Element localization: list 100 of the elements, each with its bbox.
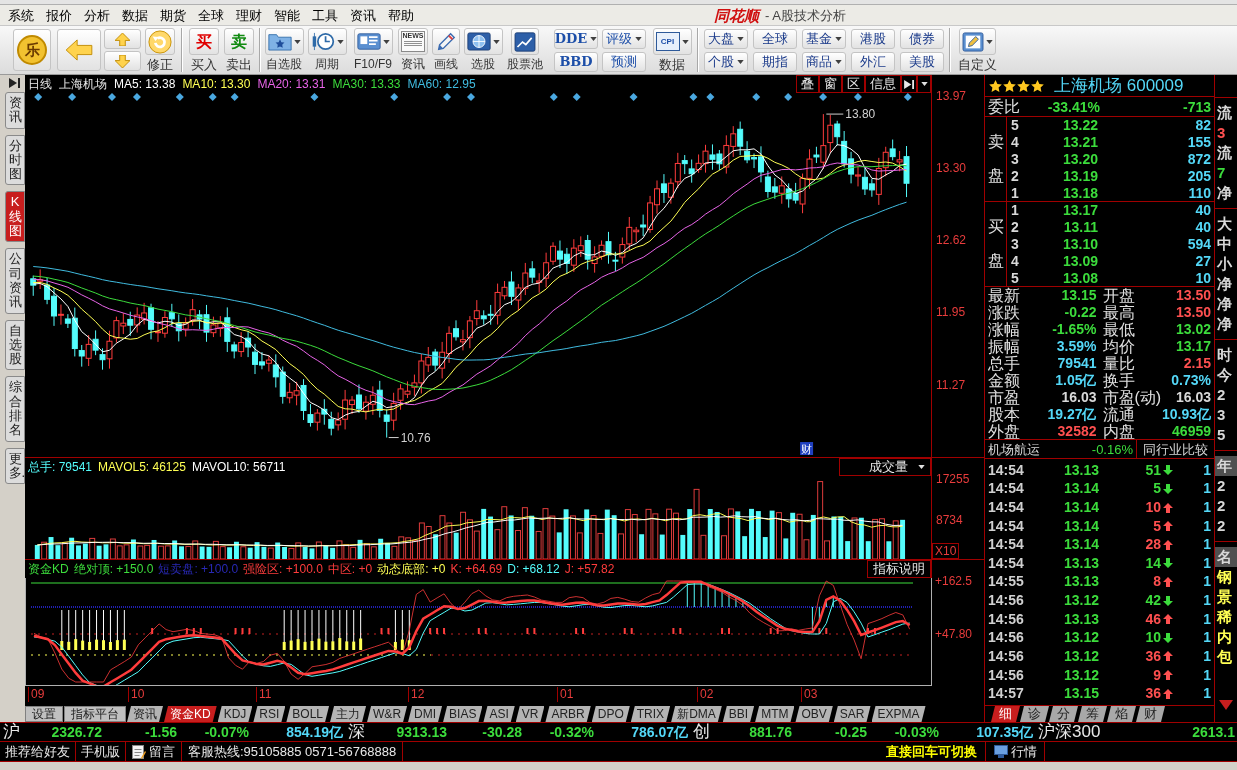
side-tab[interactable]: 公司资讯 bbox=[5, 248, 25, 314]
quote-tab[interactable]: 焰 bbox=[1107, 706, 1136, 722]
chart-menu-button[interactable] bbox=[917, 75, 931, 93]
toolbar-button[interactable]: 评级 bbox=[602, 28, 646, 49]
chart-option-button[interactable]: 信息 bbox=[865, 75, 901, 93]
indicator-tab[interactable]: OBV bbox=[795, 706, 833, 722]
arrow-down-icon bbox=[1163, 483, 1173, 494]
index-change: -30.28 bbox=[481, 723, 522, 741]
indicator-dropdown[interactable]: 成交量 bbox=[839, 458, 931, 476]
menu-item[interactable]: 全球 bbox=[192, 5, 230, 25]
indicator-tab[interactable]: BBI bbox=[722, 706, 755, 722]
toolbar-button[interactable]: 港股 bbox=[851, 28, 895, 49]
side-tab[interactable]: 更多.. bbox=[5, 447, 25, 485]
indicator-tab[interactable]: DPO bbox=[591, 706, 630, 722]
indicator-tab[interactable]: DMI bbox=[408, 706, 443, 722]
quote-tab[interactable]: 诊 bbox=[1020, 706, 1049, 722]
index-percent: -0.07% bbox=[203, 723, 249, 741]
menu-item[interactable]: 数据 bbox=[116, 5, 154, 25]
side-tab[interactable]: K线图 bbox=[5, 191, 25, 243]
column-header: 名 bbox=[1215, 547, 1237, 567]
indicator-tab[interactable]: BIAS bbox=[443, 706, 483, 722]
toolbar-button[interactable]: 美股 bbox=[900, 51, 944, 72]
indicator-tab[interactable]: TRIX bbox=[630, 706, 671, 722]
quote-tab[interactable]: 筹 bbox=[1078, 706, 1107, 722]
diamond-marker-icon bbox=[443, 93, 452, 101]
volume-stat: MAVOL10: 56711 bbox=[191, 459, 286, 475]
chart-option-button[interactable]: 区 bbox=[842, 75, 865, 93]
indicator-tab[interactable]: MTM bbox=[755, 706, 795, 722]
industry-compare-button[interactable]: 同行业比较 bbox=[1136, 440, 1214, 458]
chart-option-button[interactable]: 叠 bbox=[796, 75, 819, 93]
toolbar-button[interactable]: 商品 bbox=[802, 51, 846, 72]
menu-item[interactable]: 帮助 bbox=[382, 5, 420, 25]
side-tab[interactable]: 自选股 bbox=[5, 319, 25, 371]
indicator-toolbar-button[interactable]: 设置 bbox=[25, 706, 63, 722]
toolbar-button[interactable]: 债券 bbox=[900, 28, 944, 49]
period-label: 日线 bbox=[28, 76, 52, 92]
quote-tab[interactable]: 财 bbox=[1136, 706, 1165, 722]
menu-item[interactable]: 报价 bbox=[40, 5, 78, 25]
menu-item[interactable]: 资讯 bbox=[344, 5, 382, 25]
menu-item[interactable]: 理财 bbox=[230, 5, 268, 25]
toolbar-button[interactable]: 个股 bbox=[704, 51, 748, 72]
indicator-tab[interactable]: ARBR bbox=[545, 706, 591, 722]
toolbar-button[interactable]: 大盘 bbox=[704, 28, 748, 49]
indicator-tab[interactable]: ASI bbox=[483, 706, 515, 722]
month-label: 02 bbox=[697, 687, 714, 702]
status-link[interactable]: 手机版 bbox=[76, 742, 126, 761]
message-button[interactable]: 留言 bbox=[126, 742, 182, 761]
toolbar-button[interactable]: 股票池 bbox=[506, 28, 544, 72]
indicator-tab[interactable]: 资金KD bbox=[164, 706, 217, 722]
toolbar-button[interactable]: 期指 bbox=[753, 51, 797, 72]
toolbar-button[interactable]: DDE bbox=[554, 28, 598, 49]
tick-price: 13.13 bbox=[1062, 573, 1099, 591]
stat-label: 股本 bbox=[988, 406, 1020, 423]
industry-name: 机场航运 bbox=[987, 440, 1041, 458]
price-tick-label: 12.62 bbox=[936, 233, 967, 247]
toolbar-button[interactable]: 基金 bbox=[802, 28, 846, 49]
side-tab[interactable]: 综合排名 bbox=[5, 376, 25, 442]
toolbar-button[interactable]: 外汇 bbox=[851, 51, 895, 72]
indicator-tab[interactable]: 新DMA bbox=[671, 706, 722, 722]
order-volume: 10 bbox=[1194, 270, 1212, 287]
back-button[interactable] bbox=[57, 29, 101, 71]
indicator-tab[interactable]: W&R bbox=[367, 706, 408, 722]
indicator-tab[interactable]: EXPMA bbox=[871, 706, 926, 722]
side-label: 2 bbox=[1216, 385, 1227, 405]
indicator-tab[interactable]: SAR bbox=[833, 706, 871, 722]
quote-tab[interactable]: 细 bbox=[991, 706, 1020, 722]
indicator-help-button[interactable]: 指标说明 bbox=[867, 560, 931, 578]
menu-item[interactable]: 智能 bbox=[268, 5, 306, 25]
menu-item[interactable]: 期货 bbox=[154, 5, 192, 25]
side-tab[interactable]: 资讯 bbox=[5, 92, 25, 129]
stat-value: 16.03 bbox=[1175, 389, 1211, 406]
diamond-marker-icon bbox=[706, 93, 715, 101]
indicator-toolbar-button[interactable]: 指标平台 bbox=[64, 706, 126, 722]
toolbar-button[interactable]: BBD bbox=[554, 51, 598, 72]
menu-item[interactable]: 工具 bbox=[306, 5, 344, 25]
status-link[interactable]: 推荐给好友 bbox=[0, 742, 76, 761]
quote-button[interactable]: 行情 bbox=[985, 742, 1045, 761]
quote-tab[interactable]: 分 bbox=[1049, 706, 1078, 722]
unit-label: X10 bbox=[932, 543, 960, 559]
menu-item[interactable]: 分析 bbox=[78, 5, 116, 25]
indicator-tab[interactable]: 主力 bbox=[330, 706, 367, 722]
price-tick-label: 11.27 bbox=[936, 378, 966, 392]
order-price: 13.10 bbox=[1061, 236, 1098, 253]
order-volume: 594 bbox=[1186, 236, 1212, 253]
panel-expand-button[interactable] bbox=[901, 75, 917, 93]
indicator-tab[interactable]: KDJ bbox=[217, 706, 253, 722]
toolbar-button[interactable]: 预测 bbox=[602, 51, 646, 72]
page-down-button[interactable] bbox=[104, 51, 141, 71]
side-label: 包 bbox=[1216, 647, 1233, 667]
home-button[interactable]: 乐 bbox=[13, 29, 51, 71]
side-tab[interactable]: 分时图 bbox=[5, 134, 25, 186]
indicator-tab[interactable]: VR bbox=[515, 706, 545, 722]
toolbar-button[interactable]: 全球 bbox=[753, 28, 797, 49]
menu-item[interactable]: 系统 bbox=[2, 5, 40, 25]
indicator-tab[interactable]: RSI bbox=[253, 706, 286, 722]
page-up-button[interactable] bbox=[104, 29, 141, 49]
order-volume: 205 bbox=[1186, 168, 1212, 185]
indicator-tab[interactable]: BOLL bbox=[286, 706, 330, 722]
chart-option-button[interactable]: 窗 bbox=[819, 75, 842, 93]
indicator-tab[interactable]: 资讯 bbox=[127, 706, 163, 722]
